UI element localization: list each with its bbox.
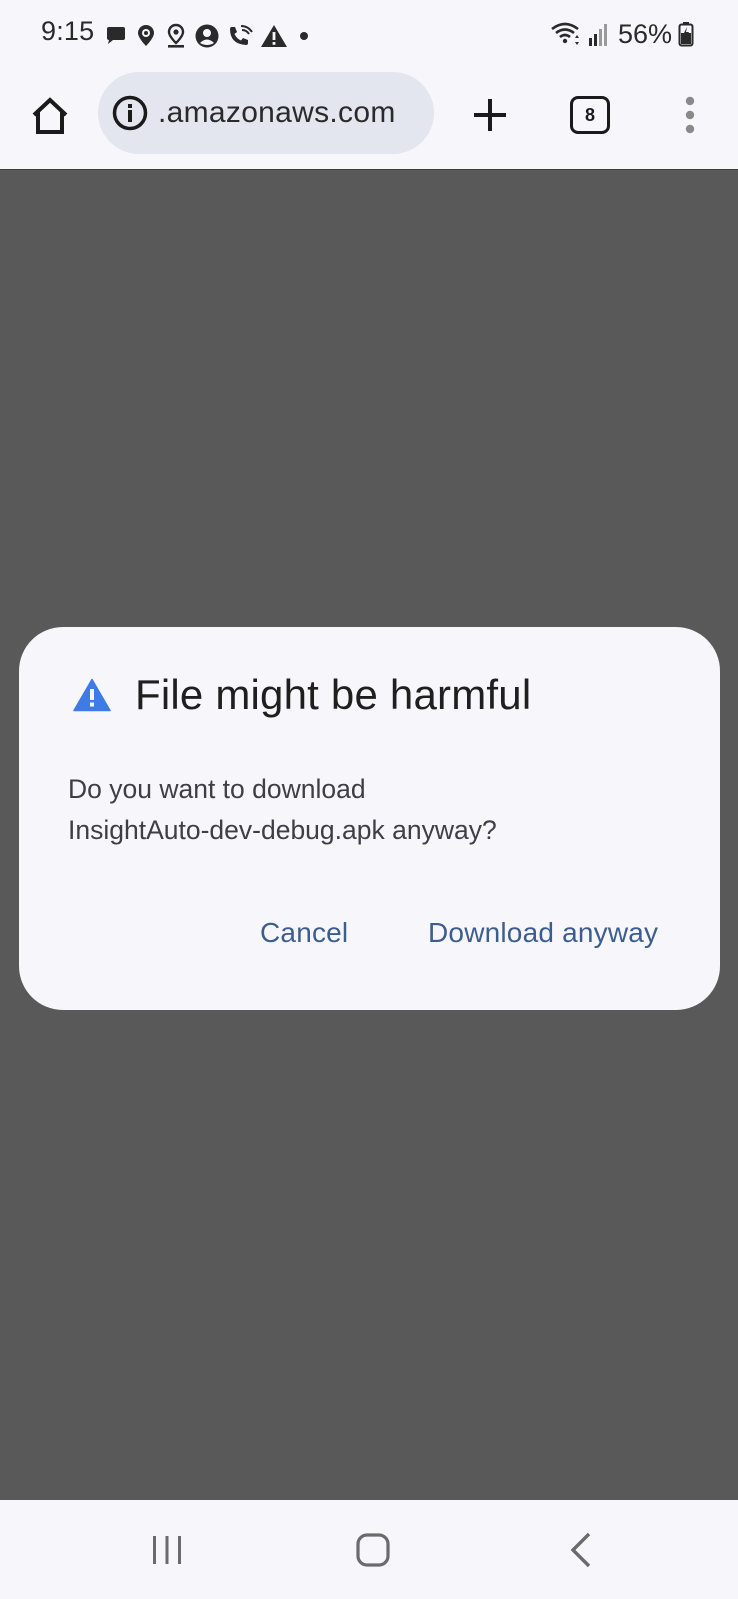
wifi-icon xyxy=(551,22,579,45)
map-pin-icon xyxy=(167,23,185,48)
cancel-button[interactable]: Cancel xyxy=(260,917,348,949)
tab-switcher-button[interactable]: 8 xyxy=(562,87,618,143)
more-options-button[interactable] xyxy=(662,87,718,143)
dialog-header: File might be harmful xyxy=(73,671,531,719)
dialog-message-line-1: Do you want to download xyxy=(68,774,366,804)
recents-icon xyxy=(153,1536,181,1564)
recents-button[interactable] xyxy=(137,1522,197,1578)
status-time: 9:15 xyxy=(41,16,95,46)
address-bar[interactable]: .amazonaws.com xyxy=(98,72,434,154)
plus-icon xyxy=(474,99,506,131)
dialog-title: File might be harmful xyxy=(135,671,532,718)
chat-bubble-icon xyxy=(107,27,125,44)
warning-triangle-icon xyxy=(73,678,111,712)
system-nav-bar xyxy=(0,1500,738,1599)
back-icon xyxy=(570,1532,591,1568)
nav-home-button[interactable] xyxy=(343,1522,403,1578)
back-button[interactable] xyxy=(551,1522,611,1578)
more-vert-icon xyxy=(685,96,695,134)
dialog-actions: Cancel Download anyway xyxy=(19,909,720,965)
account-circle-icon xyxy=(195,24,219,48)
battery-percent: 56% xyxy=(617,18,672,49)
battery-icon xyxy=(678,22,694,47)
status-system-icons: 56% xyxy=(550,16,694,52)
dialog-message-line-2: InsightAuto-dev-debug.apk anyway? xyxy=(68,815,497,845)
home-outline-icon xyxy=(356,1533,390,1567)
signal-icon xyxy=(588,24,607,46)
wifi-calling-icon xyxy=(230,25,253,45)
info-icon[interactable] xyxy=(112,95,148,131)
status-notification-icons xyxy=(104,20,314,52)
tab-count: 8 xyxy=(570,96,610,134)
url-text[interactable]: .amazonaws.com xyxy=(158,96,396,130)
home-icon xyxy=(32,97,68,134)
home-button[interactable] xyxy=(22,88,78,144)
download-anyway-button[interactable]: Download anyway xyxy=(428,917,658,949)
status-bar: 9:15 56% xyxy=(0,0,738,68)
browser-toolbar: .amazonaws.com 8 xyxy=(0,68,738,170)
location-pin-icon xyxy=(138,25,154,46)
harmful-file-dialog: File might be harmful Do you want to dow… xyxy=(19,627,720,1010)
dot-icon xyxy=(300,32,308,40)
dialog-message: Do you want to download InsightAuto-dev-… xyxy=(68,769,668,851)
new-tab-button[interactable] xyxy=(462,87,518,143)
warning-icon xyxy=(261,25,287,47)
